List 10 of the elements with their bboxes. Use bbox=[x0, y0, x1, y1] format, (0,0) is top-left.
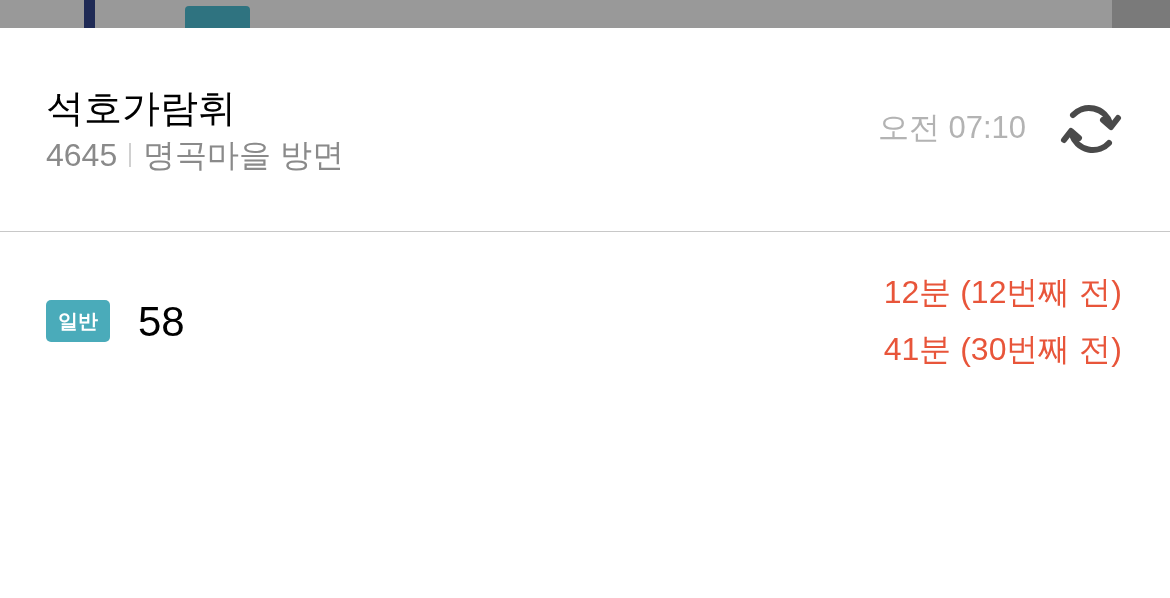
updated-time: 오전 07:10 bbox=[877, 109, 1026, 148]
arrival-time: 41분 (30번째 전) bbox=[883, 330, 1122, 369]
arrival-time: 12분 (12번째 전) bbox=[883, 273, 1122, 312]
side-bar bbox=[84, 0, 95, 28]
badge-shape bbox=[185, 6, 250, 28]
direction-text: 명곡마을 방면 bbox=[143, 135, 345, 175]
stop-name: 석호가람휘 bbox=[46, 85, 237, 131]
route-number: 58 bbox=[138, 296, 185, 347]
route-type-badge: 일반 bbox=[46, 300, 110, 342]
stop-number: 4645 bbox=[46, 135, 118, 175]
